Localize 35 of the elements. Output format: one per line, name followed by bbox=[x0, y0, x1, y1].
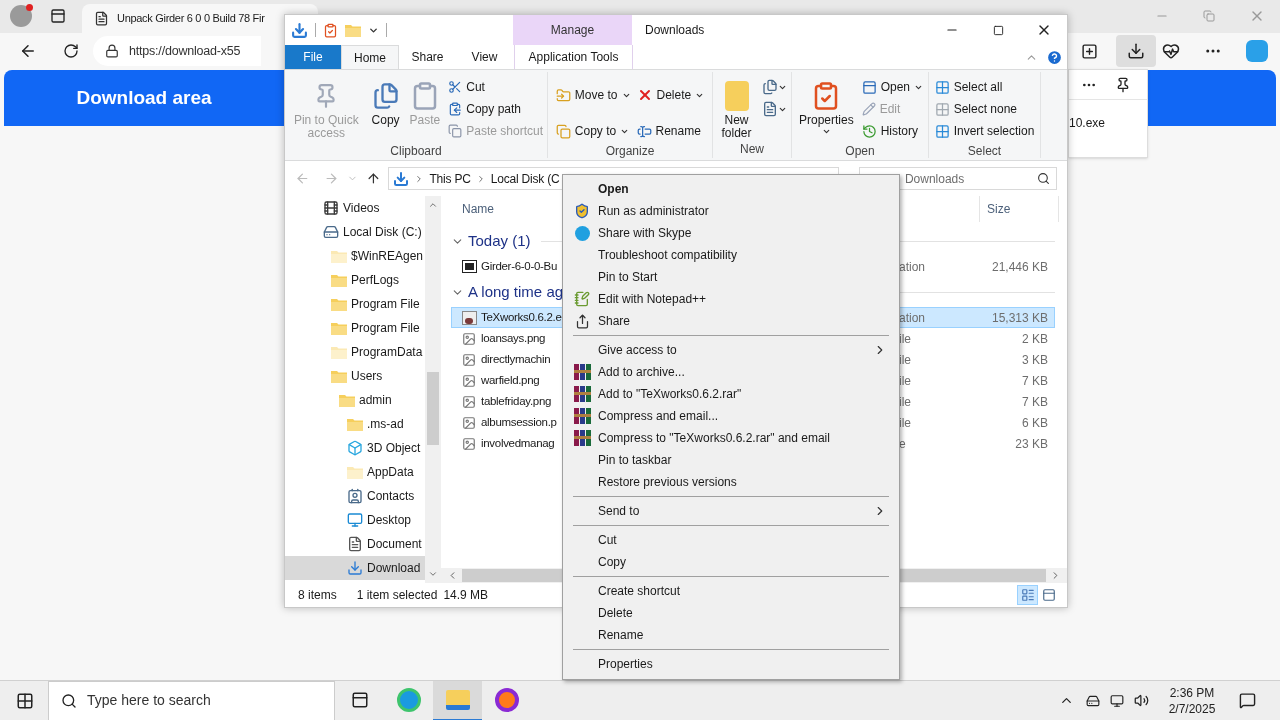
file-type: ile bbox=[899, 330, 911, 348]
ribbon-group-label: New bbox=[739, 141, 765, 158]
file-size: 15,313 KB bbox=[990, 309, 1048, 327]
banner-title: Download area bbox=[76, 85, 212, 110]
file-name: loansays.png bbox=[481, 330, 547, 346]
file-name: tablefriday.png bbox=[481, 393, 553, 409]
file-type: ile bbox=[899, 414, 911, 432]
file-size: 7 KB bbox=[1021, 393, 1048, 411]
file-size: 6 KB bbox=[1021, 414, 1048, 432]
contextual-tab-group: Manage bbox=[513, 15, 632, 45]
file-name: directlymachin bbox=[481, 351, 552, 367]
file-size: 21,446 KB bbox=[990, 258, 1048, 276]
file-size: 7 KB bbox=[1021, 372, 1048, 390]
item-count: 8 items bbox=[298, 587, 337, 604]
file-type: ile bbox=[899, 351, 911, 369]
selection-size: 14.9 MB bbox=[443, 587, 489, 604]
file-name: TeXworks0.6.2.e bbox=[481, 309, 561, 325]
ribbon-group-label: Select bbox=[966, 143, 1003, 160]
file-size: 3 KB bbox=[1021, 351, 1048, 369]
file-type: ile bbox=[899, 372, 911, 390]
ribbon-group-label: Organize bbox=[604, 143, 656, 160]
file-type: ation bbox=[899, 258, 926, 276]
file-type: ation bbox=[899, 309, 926, 327]
window-title: Downloads bbox=[645, 22, 706, 39]
file-size: 2 KB bbox=[1021, 330, 1048, 348]
selection-count: 1 item selected bbox=[356, 587, 438, 604]
file-name: Girder-6-0-0-Bu bbox=[481, 258, 559, 274]
file-name: albumsession.p bbox=[481, 414, 558, 430]
file-name: involvedmanag bbox=[481, 435, 556, 451]
ribbon-group-label: Open bbox=[844, 143, 876, 160]
file-type: e bbox=[899, 435, 906, 453]
file-type: ile bbox=[899, 393, 911, 411]
file-size: 23 KB bbox=[1014, 435, 1048, 453]
ribbon-group-label: Clipboard bbox=[389, 143, 443, 160]
file-name: warfield.png bbox=[481, 372, 541, 388]
